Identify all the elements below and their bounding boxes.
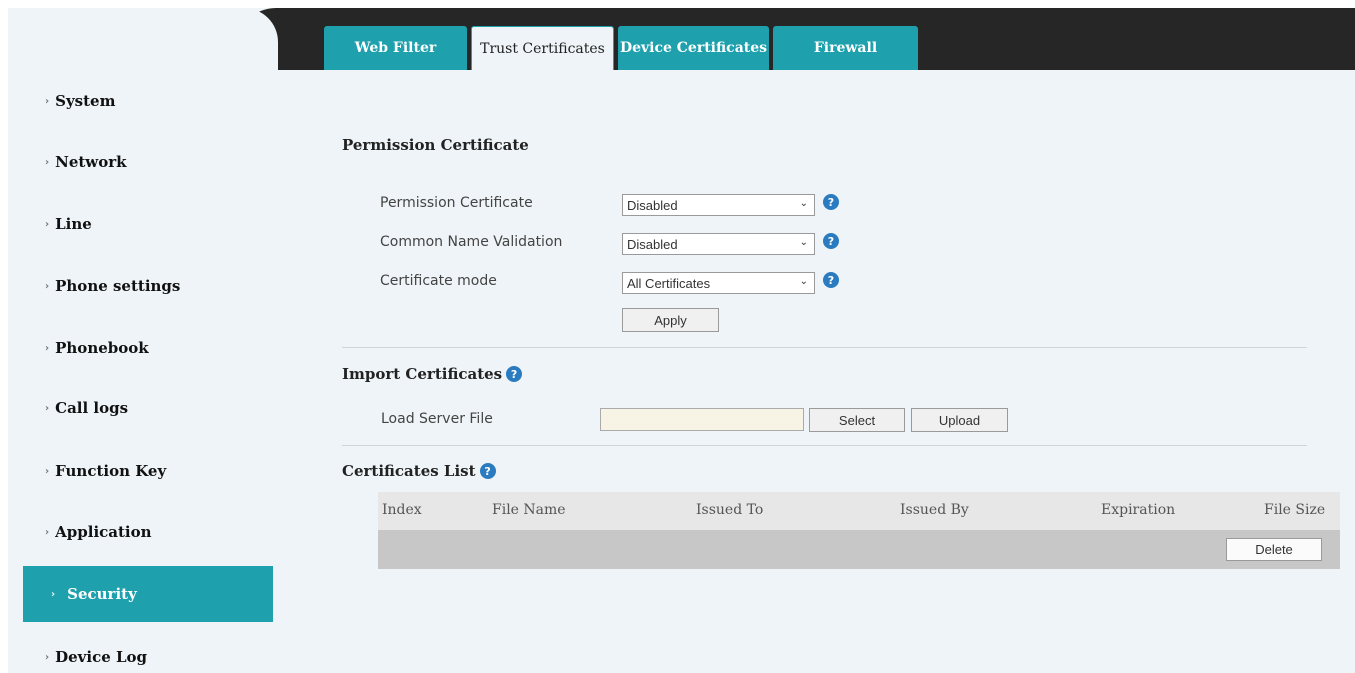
chevron-right-icon: › bbox=[45, 95, 50, 107]
chevron-right-icon: › bbox=[45, 156, 50, 168]
server-file-input[interactable] bbox=[600, 408, 804, 431]
chevron-right-icon: › bbox=[45, 465, 50, 477]
chevron-down-icon: ⌄ bbox=[799, 237, 808, 248]
sidebar-item-device-log[interactable]: › Device Log bbox=[45, 645, 147, 669]
sidebar-item-network[interactable]: › Network bbox=[45, 150, 127, 174]
chevron-right-icon: › bbox=[45, 402, 50, 414]
certificates-list-title-text: Certificates List bbox=[342, 462, 476, 480]
sidebar-item-label: Phonebook bbox=[55, 339, 149, 357]
import-title-text: Import Certificates bbox=[342, 365, 503, 383]
import-section-title: Import Certificates? bbox=[342, 365, 523, 383]
chevron-right-icon: › bbox=[45, 651, 50, 663]
sidebar-item-label: Function Key bbox=[55, 462, 167, 480]
sidebar-item-function-key[interactable]: › Function Key bbox=[45, 459, 166, 483]
column-header-issued-by: Issued By bbox=[900, 502, 969, 518]
select-button[interactable]: Select bbox=[809, 408, 905, 432]
sidebar-item-label: Application bbox=[55, 523, 152, 541]
sidebar-item-label: Device Log bbox=[55, 648, 148, 666]
sidebar-item-label: Line bbox=[55, 215, 92, 233]
select-value: Disabled bbox=[627, 197, 678, 213]
sidebar-item-security[interactable]: › Security bbox=[23, 566, 273, 622]
chevron-right-icon: › bbox=[45, 342, 50, 354]
sidebar-item-label: Network bbox=[55, 153, 127, 171]
permission-certificate-label: Permission Certificate bbox=[380, 195, 533, 211]
sidebar-item-phonebook[interactable]: › Phonebook bbox=[45, 336, 149, 360]
chevron-down-icon: ⌄ bbox=[799, 276, 808, 287]
delete-button[interactable]: Delete bbox=[1226, 538, 1322, 561]
load-server-file-label: Load Server File bbox=[381, 411, 493, 427]
help-icon[interactable]: ? bbox=[823, 272, 839, 288]
select-value: All Certificates bbox=[627, 275, 711, 291]
page: › System › Network › Line › Phone settings ›… bbox=[0, 0, 1355, 673]
chevron-right-icon: › bbox=[45, 218, 50, 230]
sidebar-item-application[interactable]: › Application bbox=[45, 520, 152, 544]
section-divider bbox=[342, 347, 1307, 348]
column-header-file-name: File Name bbox=[492, 502, 566, 518]
certificates-table-header: Index File Name Issued To Issued By Expi… bbox=[378, 492, 1340, 530]
permission-certificate-select[interactable]: Disabled ⌄ bbox=[622, 194, 815, 216]
certificate-mode-select[interactable]: All Certificates ⌄ bbox=[622, 272, 815, 294]
tab-trust-certificates[interactable]: Trust Certificates bbox=[471, 26, 614, 70]
sidebar-item-label: System bbox=[55, 92, 116, 110]
column-header-issued-to: Issued To bbox=[696, 502, 764, 518]
common-name-validation-label: Common Name Validation bbox=[380, 234, 563, 250]
table-row: Delete bbox=[378, 530, 1340, 569]
upload-button[interactable]: Upload bbox=[911, 408, 1008, 432]
certificates-list-title: Certificates List? bbox=[342, 462, 496, 480]
chevron-right-icon: › bbox=[51, 588, 56, 600]
chevron-right-icon: › bbox=[45, 526, 50, 538]
permission-section-title: Permission Certificate bbox=[342, 136, 529, 154]
chevron-right-icon: › bbox=[45, 280, 50, 292]
help-icon[interactable]: ? bbox=[823, 194, 839, 210]
section-divider bbox=[342, 445, 1307, 446]
column-header-expiration: Expiration bbox=[1101, 502, 1176, 518]
sidebar-item-call-logs[interactable]: › Call logs bbox=[45, 396, 128, 420]
help-icon[interactable]: ? bbox=[479, 463, 496, 479]
column-header-file-size: File Size bbox=[1264, 502, 1326, 518]
sidebar-item-label: Phone settings bbox=[55, 277, 181, 295]
sidebar-item-phone-settings[interactable]: › Phone settings bbox=[45, 274, 180, 298]
tab-firewall[interactable]: Firewall bbox=[773, 26, 918, 70]
help-icon[interactable]: ? bbox=[823, 233, 839, 249]
help-icon[interactable]: ? bbox=[506, 366, 523, 382]
sidebar-item-system[interactable]: › System bbox=[45, 89, 115, 113]
apply-button[interactable]: Apply bbox=[622, 308, 719, 332]
sidebar-item-label: Call logs bbox=[55, 399, 129, 417]
sidebar-item-line[interactable]: › Line bbox=[45, 212, 92, 236]
tab-device-certificates[interactable]: Device Certificates bbox=[618, 26, 769, 70]
certificate-mode-label: Certificate mode bbox=[380, 273, 497, 289]
sidebar-item-label: Security bbox=[67, 585, 137, 603]
chevron-down-icon: ⌄ bbox=[799, 198, 808, 209]
common-name-validation-select[interactable]: Disabled ⌄ bbox=[622, 233, 815, 255]
column-header-index: Index bbox=[382, 502, 422, 518]
tab-web-filter[interactable]: Web Filter bbox=[324, 26, 467, 70]
select-value: Disabled bbox=[627, 236, 678, 252]
